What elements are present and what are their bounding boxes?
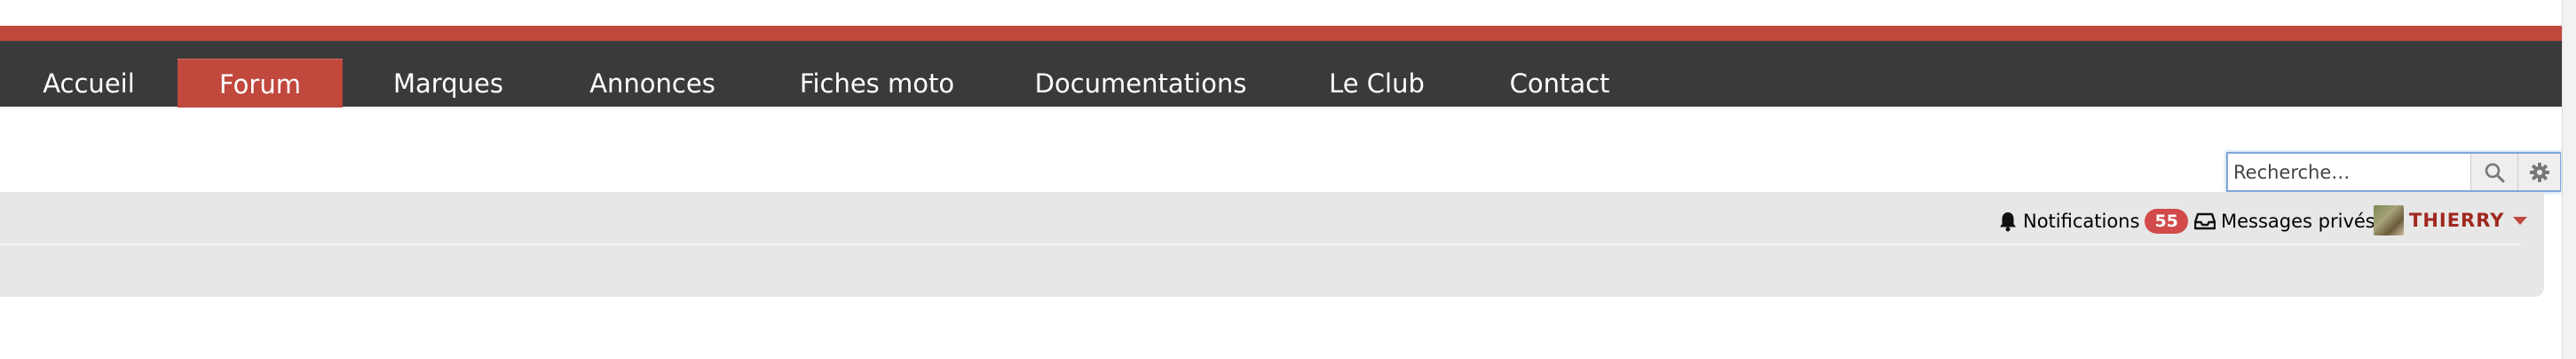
inbox-icon (2194, 212, 2216, 230)
nav-item-documentations[interactable]: Documentations (1030, 59, 1252, 107)
panel-divider (0, 243, 2521, 245)
search-icon (2485, 163, 2505, 182)
search-settings-button[interactable] (2517, 154, 2560, 190)
search-box (2226, 152, 2561, 192)
gear-icon (2529, 162, 2549, 182)
header-accent-band (0, 26, 2576, 41)
notifications-count-badge: 55 (2145, 209, 2188, 234)
username: THIERRY (2409, 210, 2505, 231)
avatar (2374, 205, 2404, 235)
nav-item-forum[interactable]: Forum (178, 59, 343, 108)
window-scrollbar[interactable] (2562, 0, 2576, 359)
nav-item-le-club[interactable]: Le Club (1321, 59, 1433, 107)
caret-down-icon (2513, 216, 2528, 225)
bell-icon (2000, 212, 2016, 232)
search-input[interactable] (2228, 154, 2469, 190)
user-panel: Notifications 55 Messages privés THIERRY (0, 192, 2544, 297)
nav-item-annonces[interactable]: Annonces (577, 59, 728, 107)
notifications-link[interactable]: Notifications 55 (1998, 208, 2188, 235)
nav-item-contact[interactable]: Contact (1498, 59, 1621, 107)
notifications-label: Notifications (2023, 211, 2140, 232)
private-messages-label: Messages privés (2221, 211, 2375, 232)
private-messages-link[interactable]: Messages privés (2194, 208, 2375, 235)
nav-item-marques[interactable]: Marques (380, 59, 517, 107)
user-menu[interactable]: THIERRY (2374, 204, 2528, 236)
search-button[interactable] (2470, 154, 2517, 190)
top-whitespace (0, 0, 2576, 26)
main-nav: Accueil Forum Marques Annonces Fiches mo… (0, 41, 2576, 108)
nav-item-accueil[interactable]: Accueil (25, 59, 153, 107)
nav-item-fiches-moto[interactable]: Fiches moto (790, 59, 964, 107)
